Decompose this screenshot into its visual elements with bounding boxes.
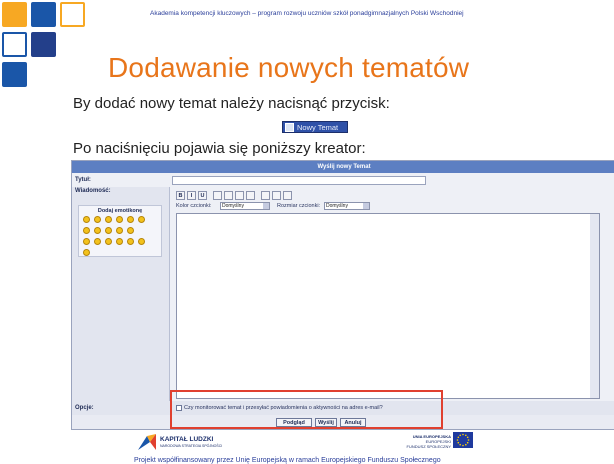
kapital-ludzki-logo-icon [138, 434, 156, 450]
emoticon-icon[interactable] [116, 227, 123, 234]
align-left-button[interactable] [261, 191, 270, 200]
highlight-box [170, 390, 443, 429]
emoticon-icon[interactable] [116, 216, 123, 223]
title-input[interactable] [172, 176, 426, 185]
message-textarea[interactable] [176, 213, 600, 399]
font-size-label: Rozmiar czcionki: [277, 203, 321, 209]
emoticon-icon[interactable] [83, 238, 90, 245]
instruction-line-2: Po naciśnięciu pojawia się poniższy krea… [73, 140, 366, 157]
image-button[interactable] [235, 191, 244, 200]
decor-square-outline-orange [60, 2, 85, 27]
link-button[interactable] [246, 191, 255, 200]
options-label: Opcje: [75, 405, 94, 411]
form-left-column: Wiadomość: Dodaj emotikonę [72, 187, 170, 401]
underline-button[interactable]: U [198, 191, 207, 200]
bold-button[interactable]: B [176, 191, 185, 200]
align-center-button[interactable] [272, 191, 281, 200]
form-header-title: Wyślij nowy Temat [317, 164, 371, 170]
emoticon-icon[interactable] [94, 227, 101, 234]
emoticon-icon[interactable] [83, 249, 90, 256]
emoticon-icon[interactable] [94, 238, 101, 245]
emoticons-title: Dodaj emotikonę [97, 208, 143, 214]
emoticon-icon[interactable] [105, 227, 112, 234]
quote-button[interactable] [213, 191, 222, 200]
emoticon-icon[interactable] [138, 216, 145, 223]
decor-square-blue [31, 2, 56, 27]
message-label: Wiadomość: [75, 188, 111, 194]
emoticon-icon[interactable] [127, 227, 134, 234]
new-topic-button-label: Nowy Temat [297, 122, 339, 132]
emoticon-icon[interactable] [83, 227, 90, 234]
emoticon-icon[interactable] [127, 238, 134, 245]
footer-text: Projekt współfinansowany przez Unię Euro… [134, 457, 441, 464]
emoticon-icon[interactable] [116, 238, 123, 245]
emoticon-icon[interactable] [94, 216, 101, 223]
code-button[interactable] [224, 191, 233, 200]
emoticon-icon[interactable] [138, 238, 145, 245]
emoticon-icon[interactable] [105, 238, 112, 245]
message-scrollbar[interactable] [590, 214, 599, 398]
header-text: Akademia kompetencji kluczowych – progra… [150, 10, 464, 17]
emoticon-icon[interactable] [127, 216, 134, 223]
font-size-select[interactable]: Domyślny [324, 202, 370, 210]
instruction-line-1: By dodać nowy temat należy nacisnąć przy… [73, 95, 390, 112]
eu-text: UNIA EUROPEJSKA EUROPEJSKI FUNDUSZ SPOŁE… [391, 434, 451, 449]
decor-square-orange [2, 2, 27, 27]
font-color-label: Kolor czcionki: [176, 203, 212, 209]
emoticons-panel: Dodaj emotikonę [78, 205, 162, 257]
kapital-ludzki-name: KAPITAŁ LUDZKI [160, 436, 214, 443]
font-color-select[interactable]: Domyślny [220, 202, 270, 210]
slide-title: Dodawanie nowych tematów [108, 52, 470, 83]
eu-flag-icon [453, 432, 473, 448]
title-label: Tytuł: [75, 177, 91, 183]
decor-square-outline-blue [2, 32, 27, 57]
align-right-button[interactable] [283, 191, 292, 200]
decor-square-navy [31, 32, 56, 57]
form-header: Wyślij nowy Temat [72, 161, 614, 173]
kapital-ludzki-subtitle: NARODOWA STRATEGIA SPÓJNOŚCI [160, 444, 223, 448]
document-icon [285, 122, 294, 132]
new-topic-button[interactable]: Nowy Temat [282, 121, 348, 133]
emoticon-icon[interactable] [83, 216, 90, 223]
emoticon-icon[interactable] [105, 216, 112, 223]
eu-line-3: FUNDUSZ SPOŁECZNY [406, 444, 451, 449]
decor-square-blue-2 [2, 62, 27, 87]
italic-button[interactable]: I [187, 191, 196, 200]
